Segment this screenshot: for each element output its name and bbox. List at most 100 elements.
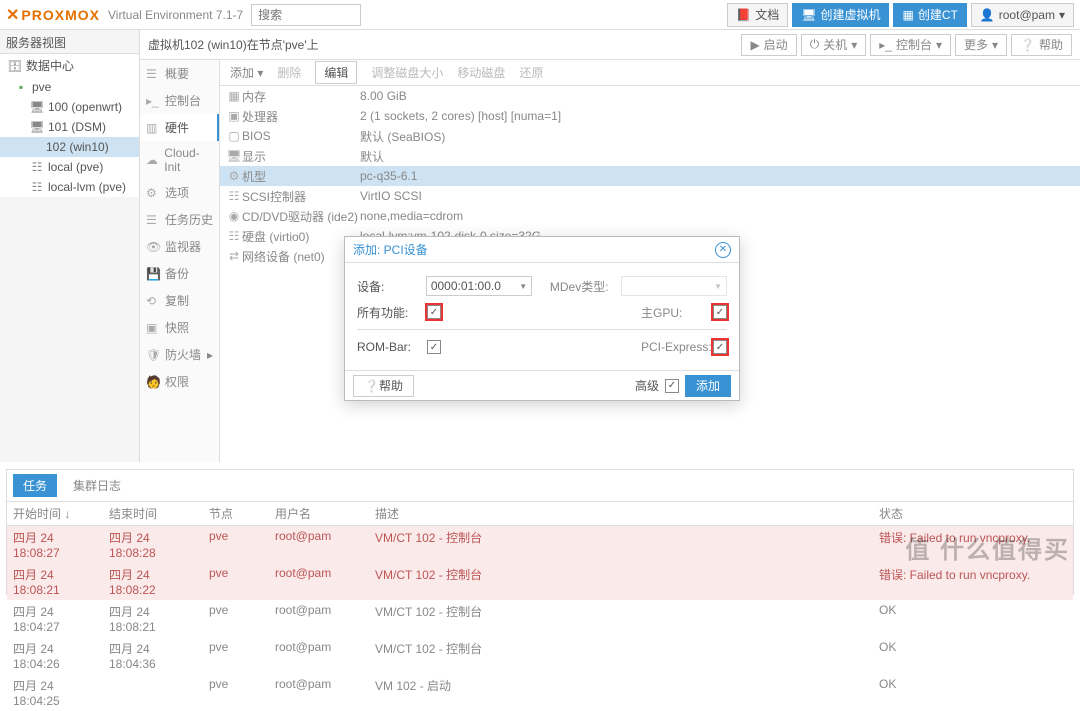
add-pci-dialog: 添加: PCI设备 ✕ 设备: 0000:01:00.0▼ MDev类型: ▼ … [344,236,740,401]
search-input[interactable] [251,4,361,26]
tasks-panel: 任务 集群日志 开始时间 ↓ 结束时间 节点 用户名 描述 状态 四月 24 1… [6,469,1074,595]
server-icon: 🗄 [8,59,22,73]
side-permissions[interactable]: 🧑权限 [140,368,219,395]
task-row[interactable]: 四月 24 18:08:27四月 24 18:08:28pveroot@pamV… [7,526,1073,563]
create-vm-button[interactable]: 🖥创建虚拟机 [792,3,889,27]
shutdown-button[interactable]: ⏻关机▾ [801,34,867,56]
advanced-label: 高级 [635,377,659,394]
more-button[interactable]: 更多▾ [955,34,1007,56]
network-icon: ⇄ [226,249,242,263]
task-row[interactable]: 四月 24 18:08:21四月 24 18:08:22pveroot@pamV… [7,563,1073,600]
task-row[interactable]: 四月 24 18:04:25pveroot@pamVM 102 - 启动OK [7,674,1073,711]
tab-cluster-log[interactable]: 集群日志 [63,474,131,497]
vm-side-menu: ☰概要 ▸_控制台 ▥硬件 ☁Cloud-Init ⚙选项 ☰任务历史 👁监视器… [140,60,220,462]
building-icon: ▪ [14,80,28,94]
top-bar: ✕ PROXMOX Virtual Environment 7.1-7 📕文档 … [0,0,1080,30]
hw-row-cdrom[interactable]: ◉CD/DVD驱动器 (ide2)none,media=cdrom [220,206,1080,226]
list-icon: ☰ [146,213,160,227]
rom-bar-label: ROM-Bar: [357,340,427,354]
memory-icon: ▦ [226,89,242,103]
close-button[interactable]: ✕ [715,242,731,258]
task-row[interactable]: 四月 24 18:04:26四月 24 18:04:36pveroot@pamV… [7,637,1073,674]
chip-icon: ▥ [146,121,160,135]
tab-tasks[interactable]: 任务 [13,474,57,497]
hw-row-machine[interactable]: ⚙机型pc-q35-6.1 [220,166,1080,186]
power-icon: ⏻ [810,37,820,52]
hw-edit-button[interactable]: 编辑 [315,61,357,84]
side-summary[interactable]: ☰概要 [140,60,219,87]
docs-button[interactable]: 📕文档 [727,3,788,27]
chevron-down-icon: ▾ [1059,8,1065,22]
col-start[interactable]: 开始时间 ↓ [7,502,103,525]
chevron-right-icon: ▸ [207,348,213,362]
gears-icon: ⚙ [226,169,242,183]
all-functions-checkbox[interactable]: ✓ [427,305,441,319]
cloud-icon: ☁ [146,153,159,167]
side-hardware[interactable]: ▥硬件 [140,114,219,141]
hw-row-cpu[interactable]: ▣处理器2 (1 sockets, 2 cores) [host] [numa=… [220,106,1080,126]
mdev-combo[interactable]: ▼ [621,276,727,296]
advanced-checkbox[interactable]: ✓ [665,379,679,393]
hw-resize-button[interactable]: 调整磁盘大小 [371,64,443,81]
chevron-down-icon: ▾ [992,38,998,52]
help-button[interactable]: ❔帮助 [1011,34,1072,56]
side-cloudinit[interactable]: ☁Cloud-Init [140,141,219,179]
create-ct-button[interactable]: ▦创建CT [893,3,966,27]
monitor-icon: 🖥 [801,8,816,22]
eye-icon: 👁 [146,240,160,254]
tree-header: 服务器视图 [0,30,139,54]
shield-icon: 🛡 [146,348,160,362]
side-options[interactable]: ⚙选项 [140,179,219,206]
chevron-down-icon: ▾ [936,38,942,52]
tree-vm-102[interactable]: 102 (win10) [0,137,139,157]
start-button[interactable]: ▶启动 [741,34,796,56]
help-icon: ❔ [1020,38,1035,52]
tree-storage-local-lvm[interactable]: ☷local-lvm (pve) [0,177,139,197]
side-console[interactable]: ▸_控制台 [140,87,219,114]
side-snapshot[interactable]: ▣快照 [140,314,219,341]
disk-icon: ☷ [30,180,44,194]
user-menu[interactable]: 👤root@pam▾ [971,3,1074,27]
side-monitor[interactable]: 👁监视器 [140,233,219,260]
side-task-history[interactable]: ☰任务历史 [140,206,219,233]
hw-row-scsi[interactable]: ☷SCSI控制器VirtIO SCSI [220,186,1080,206]
pcie-label: PCI-Express: [641,340,713,354]
device-label: 设备: [357,278,426,295]
tree-node-pve[interactable]: ▪pve [0,77,139,97]
logo-x-icon: ✕ [6,5,19,25]
hw-row-memory[interactable]: ▦内存8.00 GiB [220,86,1080,106]
col-desc[interactable]: 描述 [369,502,873,525]
hw-remove-button[interactable]: 删除 [277,64,301,81]
logo: ✕ PROXMOX Virtual Environment 7.1-7 [6,5,243,25]
hw-row-display[interactable]: 🖥显示默认 [220,146,1080,166]
side-replication[interactable]: ⟲复制 [140,287,219,314]
monitor-icon: 🖥 [30,100,44,114]
hw-revert-button[interactable]: 还原 [519,64,543,81]
tree-vm-100[interactable]: 🖥100 (openwrt) [0,97,139,117]
device-combo[interactable]: 0000:01:00.0▼ [426,276,532,296]
mdev-label: MDev类型: [550,278,621,295]
hw-add-button[interactable]: 添加 ▾ [230,64,263,81]
tree-datacenter[interactable]: 🗄数据中心 [0,54,139,77]
side-firewall[interactable]: 🛡防火墙▸ [140,341,219,368]
tree-storage-local[interactable]: ☷local (pve) [0,157,139,177]
rom-bar-checkbox[interactable]: ✓ [427,340,441,354]
chip-icon: ▢ [226,129,242,143]
hw-move-button[interactable]: 移动磁盘 [457,64,505,81]
dialog-add-button[interactable]: 添加 [685,375,731,397]
primary-gpu-checkbox[interactable]: ✓ [713,305,727,319]
col-node[interactable]: 节点 [203,502,269,525]
col-user[interactable]: 用户名 [269,502,369,525]
col-end[interactable]: 结束时间 [103,502,203,525]
console-button[interactable]: ▸_控制台▾ [870,34,951,56]
tree-vm-101[interactable]: 🖥101 (DSM) [0,117,139,137]
col-status[interactable]: 状态 [873,502,1073,525]
task-row[interactable]: 四月 24 18:04:27四月 24 18:08:21pveroot@pamV… [7,600,1073,637]
hw-row-bios[interactable]: ▢BIOS默认 (SeaBIOS) [220,126,1080,146]
pcie-checkbox[interactable]: ✓ [713,340,727,354]
camera-icon: ▣ [146,321,160,335]
side-backup[interactable]: 💾备份 [140,260,219,287]
play-icon: ▶ [750,38,759,52]
resource-tree: 服务器视图 🗄数据中心 ▪pve 🖥100 (openwrt) 🖥101 (DS… [0,30,140,462]
dialog-help-button[interactable]: ❔ 帮助 [353,375,414,397]
